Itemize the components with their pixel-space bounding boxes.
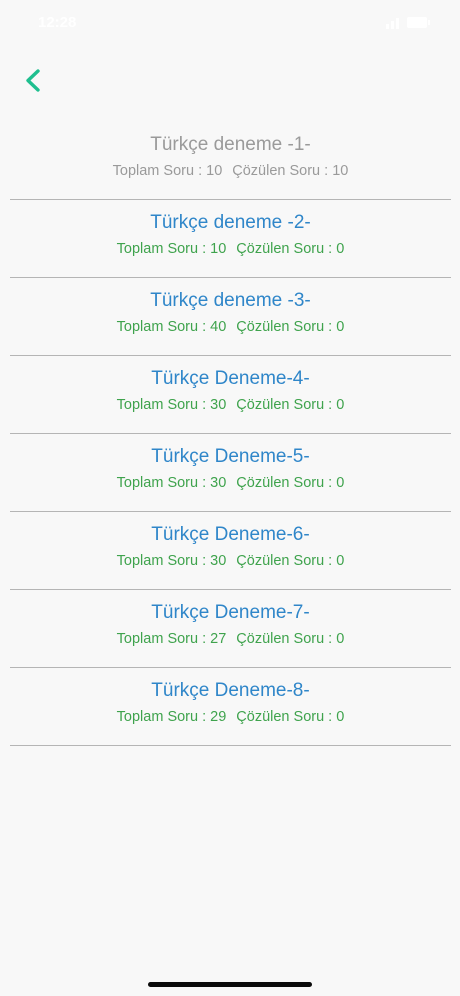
exam-meta: Toplam Soru : 40 Çözülen Soru : 0 [10,317,451,337]
total-questions: Toplam Soru : 10 [112,163,223,179]
list-item-exam-8[interactable]: Türkçe Deneme-8- Toplam Soru : 29 Çözülen… [10,668,451,746]
solved-questions: Çözülen Soru : 0 [236,397,345,413]
exam-meta: Toplam Soru : 10 Çözülen Soru : 10 [10,161,451,181]
status-time: 12:28 [38,14,77,31]
back-button[interactable] [14,60,54,100]
status-bar: 12:28 [0,0,460,48]
solved-questions: Çözülen Soru : 0 [236,631,345,647]
exam-meta: Toplam Soru : 30 Çözülen Soru : 0 [10,551,451,571]
list-item-exam-2[interactable]: Türkçe deneme -2- Toplam Soru : 10 Çözüle… [10,200,451,278]
total-questions: Toplam Soru : 10 [116,241,227,257]
exam-title: Türkçe Deneme-7- [151,602,310,623]
total-questions: Toplam Soru : 30 [116,397,227,413]
exam-meta: Toplam Soru : 30 Çözülen Soru : 0 [10,395,451,415]
list-item-exam-3[interactable]: Türkçe deneme -3- Toplam Soru : 40 Çözüle… [10,278,451,356]
exam-title: Türkçe deneme -2- [150,212,311,233]
exam-meta: Toplam Soru : 10 Çözülen Soru : 0 [10,239,451,259]
signal-battery-icon [386,17,430,29]
exam-title: Türkçe Deneme-6- [151,524,310,545]
solved-questions: Çözülen Soru : 0 [236,241,345,257]
status-icons [386,16,430,30]
solved-questions: Çözülen Soru : 0 [236,475,345,491]
solved-questions: Çözülen Soru : 0 [236,709,345,725]
total-questions: Toplam Soru : 40 [116,319,227,335]
total-questions: Toplam Soru : 30 [116,553,227,569]
list-item-exam-1[interactable]: Türkçe deneme -1- Toplam Soru : 10 Çözüle… [10,122,451,200]
exam-list: Türkçe deneme -1- Toplam Soru : 10 Çözüle… [10,122,451,746]
exam-title: Türkçe deneme -1- [150,134,311,155]
exam-title: Türkçe Deneme-4- [151,368,310,389]
exam-meta: Toplam Soru : 27 Çözülen Soru : 0 [10,629,451,649]
home-indicator [148,982,312,987]
total-questions: Toplam Soru : 29 [116,709,227,725]
list-item-exam-5[interactable]: Türkçe Deneme-5- Toplam Soru : 30 Çözülen… [10,434,451,512]
solved-questions: Çözülen Soru : 10 [232,163,349,179]
total-questions: Toplam Soru : 30 [116,475,227,491]
total-questions: Toplam Soru : 27 [116,631,227,647]
list-item-exam-6[interactable]: Türkçe Deneme-6- Toplam Soru : 30 Çözülen… [10,512,451,590]
solved-questions: Çözülen Soru : 0 [236,553,345,569]
chevron-left-icon [26,69,40,92]
exam-title: Türkçe Deneme-5- [151,446,310,467]
exam-meta: Toplam Soru : 30 Çözülen Soru : 0 [10,473,451,493]
list-item-exam-4[interactable]: Türkçe Deneme-4- Toplam Soru : 30 Çözülen… [10,356,451,434]
solved-questions: Çözülen Soru : 0 [236,319,345,335]
exam-title: Türkçe deneme -3- [150,290,311,311]
list-item-exam-7[interactable]: Türkçe Deneme-7- Toplam Soru : 27 Çözülen… [10,590,451,668]
exam-meta: Toplam Soru : 29 Çözülen Soru : 0 [10,707,451,727]
exam-title: Türkçe Deneme-8- [151,680,310,701]
